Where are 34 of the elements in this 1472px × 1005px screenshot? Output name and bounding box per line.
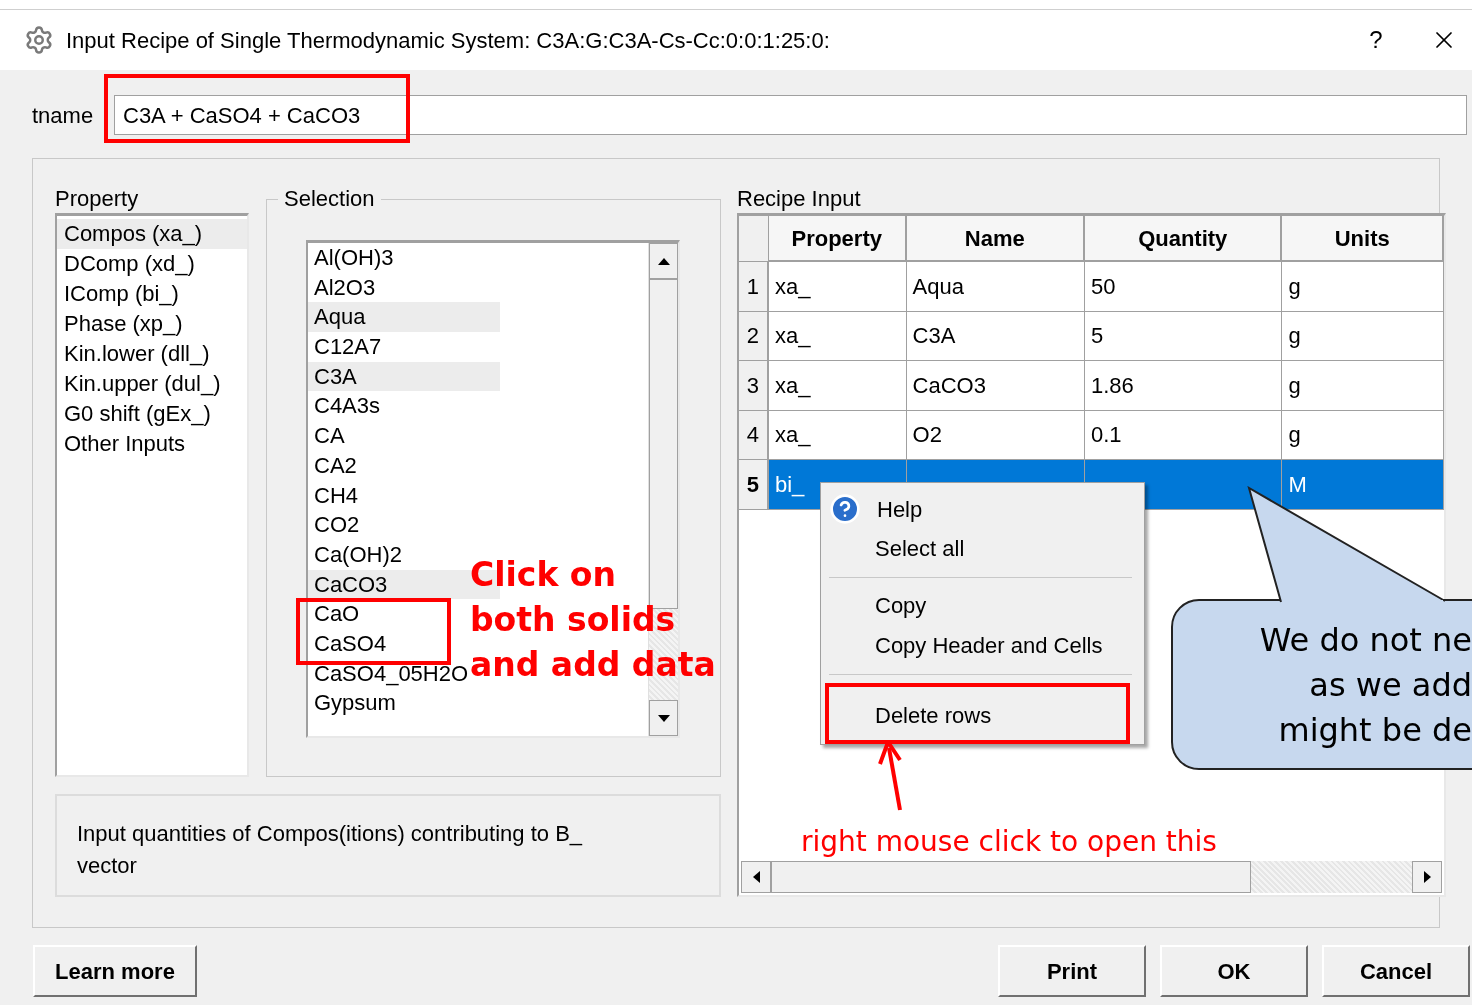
table-cell-text: xa_	[774, 272, 811, 301]
annotation-text: and add data	[470, 644, 716, 686]
row-number: 5	[739, 460, 769, 510]
annotation-text: right mouse click to open this	[801, 824, 1217, 860]
tname-label: tname	[32, 101, 95, 130]
table-cell-text: CaCO3	[912, 371, 986, 400]
annotation-text: both solids	[470, 599, 677, 641]
window-title: Input Recipe of Single Thermodynamic System: C3A:G:C3A-Cs-Cc:0:0:1:25:0:	[66, 26, 831, 55]
table-cell-text: 0.1	[1091, 421, 1122, 450]
table-cell-text: g	[1288, 421, 1301, 450]
table-cell-text: xa_	[774, 322, 811, 351]
row-number: 3	[739, 361, 769, 411]
property-title: Property	[55, 185, 140, 213]
table-cell-text: C3A	[912, 322, 956, 351]
table-cell-text: g	[1288, 371, 1301, 400]
table-cell-text: Aqua	[912, 272, 964, 301]
callout-text: as we add	[1309, 665, 1472, 706]
table-cell-text: 5	[1091, 322, 1104, 351]
callout-text: might be de	[1278, 710, 1472, 751]
table-cell-text: g	[1288, 322, 1301, 351]
row-number: 1	[739, 262, 769, 312]
table-cell-text: O2	[912, 421, 942, 450]
callout-text: We do not ne	[1259, 620, 1472, 661]
table-cell-text: xa_	[774, 421, 811, 450]
recipe-input-title: Recipe Input	[737, 185, 862, 213]
table-cell-text: M	[1288, 470, 1307, 499]
row-number: 2	[739, 311, 769, 361]
row-number: 4	[739, 410, 769, 460]
table-cell-text: g	[1288, 272, 1301, 301]
table-cell-text: 1.86	[1091, 371, 1134, 400]
table-cell-text: 50	[1091, 272, 1116, 301]
table-cell-text: bi_	[774, 470, 805, 499]
table-cell-text: xa_	[774, 371, 811, 400]
hint-text: Input quantities of Compos(itions) contributing to B_ vector	[77, 820, 584, 880]
